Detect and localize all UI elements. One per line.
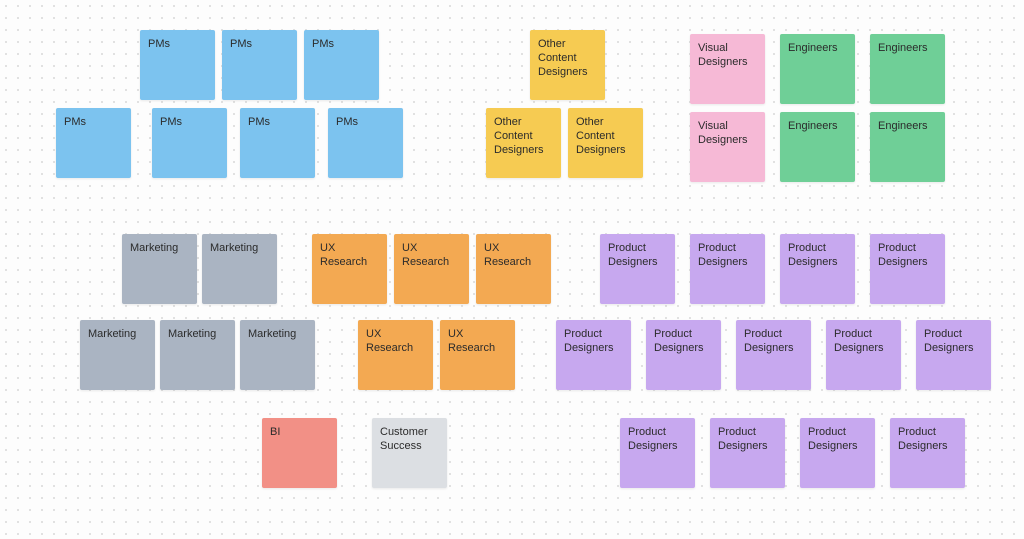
sticky-ux-3[interactable]: UX Research	[476, 234, 551, 304]
sticky-eng-3[interactable]: Engineers	[780, 112, 855, 182]
sticky-mkt-1[interactable]: Marketing	[122, 234, 197, 304]
sticky-eng-4[interactable]: Engineers	[870, 112, 945, 182]
sticky-vd-1[interactable]: Visual Designers	[690, 34, 765, 104]
sticky-ocd-2[interactable]: Other Content Designers	[486, 108, 561, 178]
sticky-pd-1[interactable]: Product Designers	[600, 234, 675, 304]
sticky-pm-6[interactable]: PMs	[240, 108, 315, 178]
sticky-pd-6[interactable]: Product Designers	[646, 320, 721, 390]
sticky-pd-11[interactable]: Product Designers	[710, 418, 785, 488]
sticky-pm-4[interactable]: PMs	[56, 108, 131, 178]
sticky-pd-5[interactable]: Product Designers	[556, 320, 631, 390]
sticky-pd-13[interactable]: Product Designers	[890, 418, 965, 488]
sticky-pd-10[interactable]: Product Designers	[620, 418, 695, 488]
sticky-mkt-2[interactable]: Marketing	[202, 234, 277, 304]
sticky-ux-2[interactable]: UX Research	[394, 234, 469, 304]
sticky-pd-3[interactable]: Product Designers	[780, 234, 855, 304]
sticky-pd-8[interactable]: Product Designers	[826, 320, 901, 390]
sticky-eng-2[interactable]: Engineers	[870, 34, 945, 104]
sticky-pm-5[interactable]: PMs	[152, 108, 227, 178]
sticky-pm-2[interactable]: PMs	[222, 30, 297, 100]
sticky-ocd-3[interactable]: Other Content Designers	[568, 108, 643, 178]
sticky-cs-1[interactable]: Customer Success	[372, 418, 447, 488]
sticky-ux-1[interactable]: UX Research	[312, 234, 387, 304]
sticky-ux-5[interactable]: UX Research	[440, 320, 515, 390]
sticky-pm-1[interactable]: PMs	[140, 30, 215, 100]
sticky-mkt-4[interactable]: Marketing	[160, 320, 235, 390]
sticky-pd-9[interactable]: Product Designers	[916, 320, 991, 390]
sticky-ux-4[interactable]: UX Research	[358, 320, 433, 390]
sticky-eng-1[interactable]: Engineers	[780, 34, 855, 104]
sticky-vd-2[interactable]: Visual Designers	[690, 112, 765, 182]
sticky-pm-3[interactable]: PMs	[304, 30, 379, 100]
sticky-pm-7[interactable]: PMs	[328, 108, 403, 178]
sticky-mkt-3[interactable]: Marketing	[80, 320, 155, 390]
sticky-pd-7[interactable]: Product Designers	[736, 320, 811, 390]
sticky-ocd-1[interactable]: Other Content Designers	[530, 30, 605, 100]
sticky-mkt-5[interactable]: Marketing	[240, 320, 315, 390]
sticky-pd-4[interactable]: Product Designers	[870, 234, 945, 304]
sticky-pd-12[interactable]: Product Designers	[800, 418, 875, 488]
sticky-bi-1[interactable]: BI	[262, 418, 337, 488]
sticky-pd-2[interactable]: Product Designers	[690, 234, 765, 304]
